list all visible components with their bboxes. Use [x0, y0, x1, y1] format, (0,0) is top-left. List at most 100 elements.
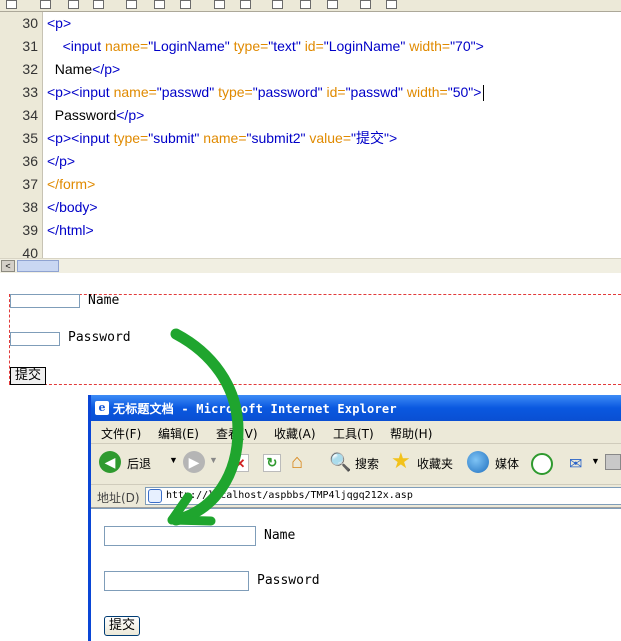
line-number: 33 — [22, 84, 38, 100]
media-button[interactable]: 媒体 — [467, 451, 523, 475]
menu-tools[interactable]: 工具(T) — [333, 425, 374, 442]
toolbar-icon[interactable] — [360, 0, 371, 9]
editor-toolbar — [0, 0, 621, 12]
code-line[interactable]: 36 </p> — [0, 150, 621, 173]
code-text: </p> — [47, 153, 76, 169]
loginname-input[interactable] — [104, 526, 256, 546]
toolbar-icon[interactable] — [327, 0, 338, 9]
code-line[interactable]: 31 <input name="LoginName" type="text" i… — [0, 35, 621, 58]
line-number: 39 — [22, 222, 38, 238]
line-number: 31 — [22, 38, 38, 54]
menu-file[interactable]: 文件(F) — [101, 425, 141, 442]
browser-menu-bar: 文件(F) 编辑(E) 查看(V) 收藏(A) 工具(T) 帮助(H) — [91, 421, 621, 444]
menu-view[interactable]: 查看(V) — [216, 425, 258, 442]
code-line[interactable]: 34 Password</p> — [0, 104, 621, 127]
search-button[interactable]: 🔍 搜索 — [329, 451, 389, 475]
toolbar-icon[interactable] — [68, 0, 79, 9]
toolbar-icon[interactable] — [40, 0, 51, 9]
code-editor[interactable]: 30 <p> 31 <input name="LoginName" type="te… — [0, 12, 621, 258]
menu-edit[interactable]: 编辑(E) — [158, 425, 199, 442]
code-line[interactable]: 33 <p><input name="passwd" type="password… — [0, 81, 621, 104]
code-line[interactable]: 30 <p> — [0, 12, 621, 35]
code-text: </form> — [47, 176, 96, 192]
forward-arrow-icon: ▶ — [183, 451, 205, 473]
address-bar: 地址(D) http://localhost/aspbbs/TMP4ljqgq2… — [91, 485, 621, 508]
stop-icon[interactable]: ✕ — [231, 454, 249, 472]
back-button[interactable]: ◀ 后退 ▼ — [99, 451, 178, 475]
back-label: 后退 — [127, 457, 152, 471]
menu-favorites[interactable]: 收藏(A) — [274, 425, 316, 442]
code-text: Name</p> — [54, 61, 121, 77]
toolbar-icon[interactable] — [154, 0, 165, 9]
browser-window: e 无标题文档 - Microsoft Internet Explorer 文件… — [88, 395, 621, 641]
scroll-left-button[interactable]: < — [1, 260, 15, 272]
toolbar-icon[interactable] — [386, 0, 397, 9]
line-number: 36 — [22, 153, 38, 169]
print-icon[interactable] — [605, 454, 621, 470]
favorites-label: 收藏夹 — [417, 457, 454, 471]
back-arrow-icon: ◀ — [99, 451, 121, 473]
browser-content: Name Password 提交 — [91, 508, 621, 641]
password-label: Password — [257, 573, 320, 588]
forward-button[interactable]: ▶ ▼ — [183, 451, 223, 475]
code-line[interactable]: 35 <p><input type="submit" name="submit2"… — [0, 127, 621, 150]
toolbar-icon[interactable] — [93, 0, 104, 9]
back-dropdown-icon[interactable]: ▼ — [169, 455, 178, 465]
design-password-field[interactable] — [10, 332, 60, 346]
password-input[interactable] — [104, 571, 249, 591]
toolbar-icon[interactable] — [126, 0, 137, 9]
address-label: 地址(D) — [97, 491, 140, 505]
mail-dropdown-icon[interactable]: ▼ — [591, 456, 600, 466]
toolbar-icon[interactable] — [272, 0, 283, 9]
form-border-bottom — [9, 384, 621, 385]
url-text: http://localhost/aspbbs/TMP4ljqgq212x.as… — [166, 490, 413, 501]
history-icon[interactable] — [531, 453, 553, 475]
code-line[interactable]: 40 — [0, 242, 621, 258]
favorites-star-icon: ★ — [391, 448, 411, 473]
search-label: 搜索 — [355, 457, 380, 471]
line-number: 32 — [22, 61, 38, 77]
toolbar-icon[interactable] — [214, 0, 225, 9]
forward-dropdown-icon[interactable]: ▼ — [209, 455, 218, 465]
line-number: 40 — [22, 245, 38, 258]
code-text: <p><input type="submit" name="submit2" v… — [47, 130, 398, 146]
design-submit-button[interactable]: 提交 — [10, 367, 47, 385]
code-text: </body> — [47, 199, 98, 215]
submit-button[interactable]: 提交 — [104, 616, 141, 636]
scroll-thumb[interactable] — [17, 260, 59, 272]
media-label: 媒体 — [495, 457, 520, 471]
toolbar-icon[interactable] — [300, 0, 311, 9]
name-label: Name — [264, 528, 296, 543]
code-text: <input name="LoginName" type="text" id="… — [62, 38, 484, 54]
code-line[interactable]: 32 Name</p> — [0, 58, 621, 81]
ie-icon: e — [95, 401, 109, 415]
line-number: 30 — [22, 15, 38, 31]
menu-help[interactable]: 帮助(H) — [390, 425, 432, 442]
line-number: 37 — [22, 176, 38, 192]
favorites-button[interactable]: ★ 收藏夹 — [391, 448, 461, 475]
line-number: 38 — [22, 199, 38, 215]
toolbar-icon[interactable] — [180, 0, 191, 9]
horizontal-scrollbar[interactable]: < — [0, 258, 621, 273]
toolbar-icon[interactable] — [240, 0, 251, 9]
code-text: <p> — [47, 15, 72, 31]
address-field[interactable]: http://localhost/aspbbs/TMP4ljqgq212x.as… — [145, 487, 621, 505]
page-icon — [148, 489, 162, 503]
refresh-icon[interactable]: ↻ — [263, 454, 281, 472]
toolbar-icon[interactable] — [6, 0, 17, 9]
line-number: 35 — [22, 130, 38, 146]
design-name-label: Name — [88, 293, 120, 308]
code-line[interactable]: 37 </form> — [0, 173, 621, 196]
line-number: 34 — [22, 107, 38, 123]
design-loginname-field[interactable] — [10, 294, 80, 308]
code-text: </html> — [47, 222, 94, 238]
browser-title-bar[interactable]: e 无标题文档 - Microsoft Internet Explorer — [91, 395, 621, 421]
code-line[interactable]: 38 </body> — [0, 196, 621, 219]
search-icon: 🔍 — [329, 452, 352, 472]
browser-toolbar: ◀ 后退 ▼ ▶ ▼ ✕ ↻ ⌂ 🔍 搜索 ★ 收藏夹 媒体 ✉ ▼ — [91, 444, 621, 485]
browser-title: 无标题文档 - Microsoft Internet Explorer — [113, 402, 397, 416]
design-password-label: Password — [68, 330, 131, 345]
code-line[interactable]: 39 </html> — [0, 219, 621, 242]
mail-icon[interactable]: ✉ — [569, 454, 582, 474]
home-icon[interactable]: ⌂ — [291, 452, 303, 472]
